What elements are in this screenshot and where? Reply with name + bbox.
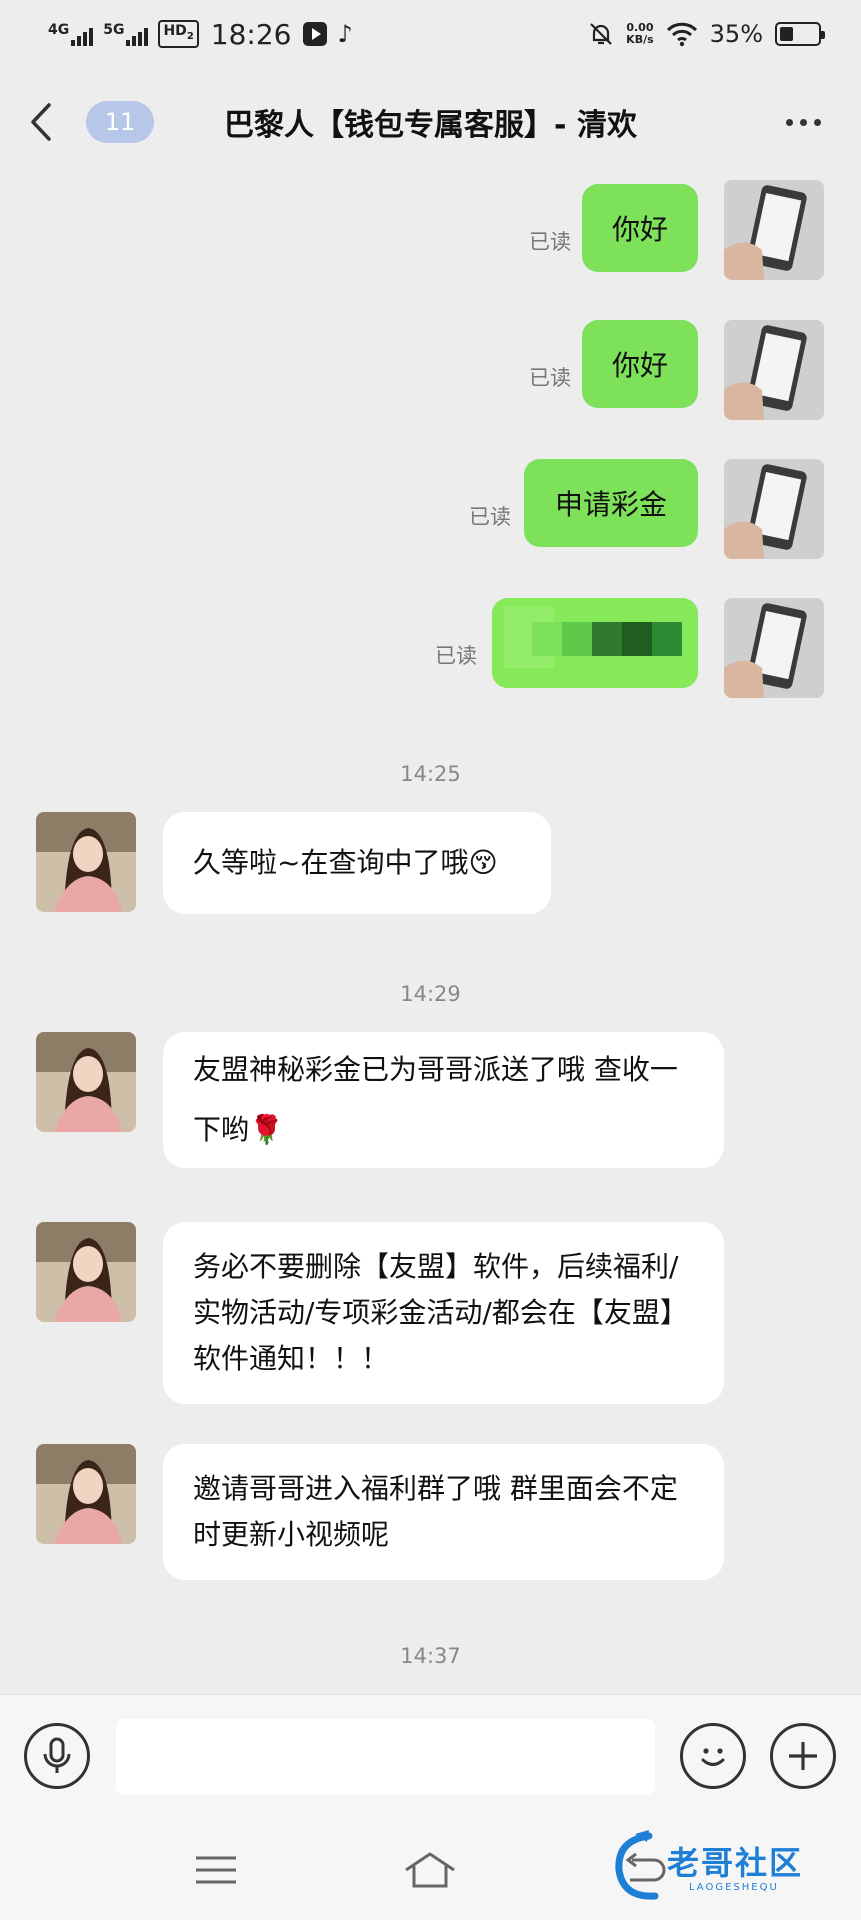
network-label-4g: 4G [48, 22, 70, 38]
signal-5g-icon: 5G [103, 22, 149, 46]
unread-count-badge[interactable]: 11 [86, 101, 154, 143]
message-row-incoming: 务必不要删除【友盟】软件，后续福利/实物活动/专项彩金活动/都会在【友盟】软件通… [0, 1222, 861, 1404]
hd-voice-icon: HD2 [158, 20, 199, 48]
battery-level [780, 27, 793, 41]
home-icon [405, 1852, 455, 1888]
message-bubble-outgoing[interactable]: 你好 [582, 184, 698, 272]
plus-icon [789, 1742, 817, 1770]
hd-label: HD [163, 23, 187, 40]
wifi-icon [666, 22, 697, 47]
tiktok-icon: ♪ [337, 20, 353, 48]
message-row-outgoing: 已读 申请彩金 [0, 459, 861, 559]
woman-portrait-image [36, 812, 136, 912]
message-input[interactable] [116, 1719, 655, 1795]
more-options-button[interactable] [776, 109, 831, 136]
battery-icon [775, 22, 825, 46]
smiley-icon [701, 1748, 725, 1766]
read-receipt: 已读 [529, 366, 571, 390]
contact-avatar[interactable] [36, 1222, 136, 1322]
hd-sub-label: 2 [186, 30, 194, 42]
woman-portrait-image [36, 1444, 136, 1544]
read-receipt: 已读 [529, 230, 571, 254]
message-bubble-incoming[interactable]: 友盟神秘彩金已为哥哥派送了哦 查收一下哟🌹 [163, 1032, 724, 1168]
network-speed: 0.00 KB/s [626, 22, 653, 46]
watermark-text: 老哥社区 [667, 1844, 804, 1882]
read-receipt: 已读 [469, 505, 511, 529]
more-dot-icon [800, 118, 807, 126]
more-dot-icon [786, 118, 793, 126]
redacted-message-bubble[interactable] [492, 598, 698, 688]
microphone-icon [43, 1737, 71, 1773]
message-list[interactable]: 已读 你好 已读 你好 已读 申请彩金 已读 14:25 久等啦~在查询中了哦😚… [0, 176, 861, 1694]
message-row-outgoing: 已读 你好 [0, 180, 861, 280]
woman-portrait-image [36, 1032, 136, 1132]
message-row-incoming: 邀请哥哥进入福利群了哦 群里面会不定时更新小视频呢 [0, 1444, 861, 1584]
watermark-subtext: LAOGESHEQU [689, 1882, 779, 1893]
message-text: 申请彩金 [554, 488, 667, 521]
message-bubble-outgoing[interactable]: 你好 [582, 320, 698, 408]
mute-bell-icon [590, 23, 612, 45]
message-text: 务必不要删除【友盟】软件，后续福利/实物活动/专项彩金活动/都会在【友盟】软件通… [193, 1250, 688, 1375]
phone-in-hand-image [724, 320, 824, 420]
message-row-incoming: 友盟神秘彩金已为哥哥派送了哦 查收一下哟🌹 [0, 1032, 861, 1182]
message-bubble-outgoing[interactable]: 申请彩金 [524, 459, 698, 547]
menu-nav-button[interactable] [186, 1848, 246, 1892]
contact-avatar[interactable] [36, 1032, 136, 1132]
message-row-incoming: 久等啦~在查询中了哦😚 [0, 812, 861, 914]
phone-in-hand-image [724, 598, 824, 698]
contact-avatar[interactable] [36, 812, 136, 912]
message-text: 你好 [611, 213, 668, 246]
message-text: 你好 [611, 349, 668, 382]
clock: 18:26 [210, 17, 292, 51]
network-label-5g: 5G [103, 22, 125, 38]
contact-avatar[interactable] [36, 1444, 136, 1544]
back-button[interactable] [30, 92, 70, 152]
message-text: 友盟神秘彩金已为哥哥派送了哦 查收一下哟🌹 [193, 1053, 678, 1146]
message-bubble-incoming[interactable]: 邀请哥哥进入福利群了哦 群里面会不定时更新小视频呢 [163, 1444, 724, 1580]
message-bubble-incoming[interactable]: 务必不要删除【友盟】软件，后续福利/实物活动/专项彩金活动/都会在【友盟】软件通… [163, 1222, 724, 1404]
voice-input-button[interactable] [24, 1723, 90, 1789]
chevron-left-icon [31, 103, 51, 141]
woman-portrait-image [36, 1222, 136, 1322]
battery-percent: 35% [709, 20, 763, 48]
home-nav-button[interactable] [400, 1848, 460, 1892]
my-avatar[interactable] [724, 180, 824, 280]
timestamp: 14:37 [400, 1644, 461, 1668]
more-dot-icon [814, 118, 821, 126]
timestamp: 14:25 [400, 762, 461, 786]
phone-in-hand-image [724, 180, 824, 280]
my-avatar[interactable] [724, 459, 824, 559]
read-receipt: 已读 [435, 644, 477, 668]
more-functions-button[interactable] [770, 1723, 836, 1789]
timestamp: 14:29 [400, 982, 461, 1006]
phone-in-hand-image [724, 459, 824, 559]
message-bubble-incoming[interactable]: 久等啦~在查询中了哦😚 [163, 812, 551, 914]
network-speed-unit: KB/s [626, 33, 654, 46]
watermark-logo: 老哥社区 LAOGESHEQU [609, 1822, 849, 1912]
message-text: 久等啦~在查询中了哦😚 [193, 846, 498, 879]
menu-icon [196, 1856, 236, 1884]
input-bar [0, 1694, 861, 1818]
signal-4g-icon: 4G [48, 22, 94, 46]
video-player-icon [303, 22, 328, 46]
message-text: 邀请哥哥进入福利群了哦 群里面会不定时更新小视频呢 [193, 1472, 678, 1551]
my-avatar[interactable] [724, 598, 824, 698]
pixelated-redaction [492, 598, 698, 688]
emoji-button[interactable] [680, 1723, 746, 1789]
my-avatar[interactable] [724, 320, 824, 420]
status-bar: 4G 5G HD2 18:26 ♪ 0.00 KB/s 35% [0, 0, 861, 68]
message-row-outgoing: 已读 [0, 598, 861, 698]
chat-header: 11 巴黎人【钱包专属客服】- 清欢 [0, 68, 861, 176]
message-row-outgoing: 已读 你好 [0, 320, 861, 420]
